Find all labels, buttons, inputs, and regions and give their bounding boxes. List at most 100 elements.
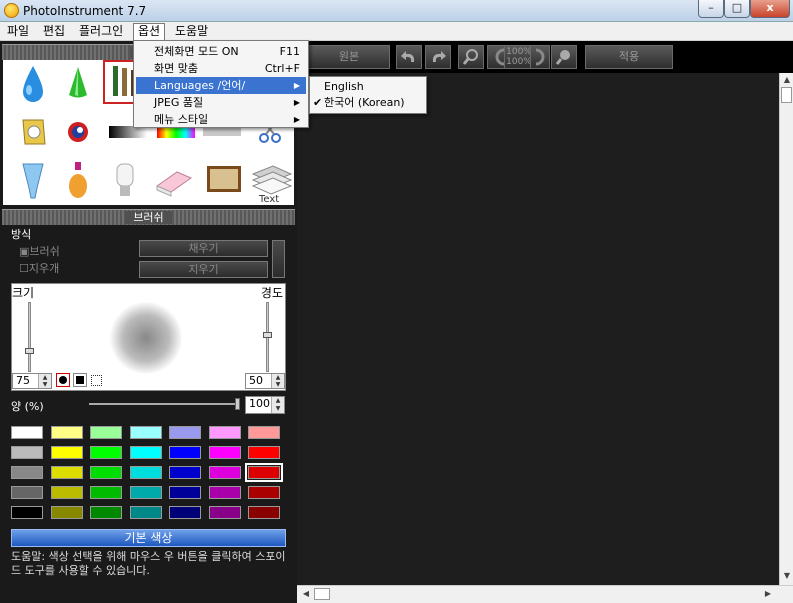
fit-screen-shortcut: Ctrl+F (264, 62, 300, 75)
horizontal-scroll-thumb[interactable] (314, 588, 330, 600)
color-swatch[interactable] (90, 446, 122, 459)
color-swatch[interactable] (90, 486, 122, 499)
scroll-up-arrow[interactable]: ▲ (780, 73, 793, 87)
text-stack-icon[interactable]: Text (249, 158, 294, 205)
amount-slider-track[interactable] (89, 403, 239, 405)
close-button[interactable]: x (750, 0, 790, 18)
size-slider-thumb[interactable] (25, 348, 34, 354)
color-swatch[interactable] (169, 486, 201, 499)
color-swatch[interactable] (90, 466, 122, 479)
square-brush-icon[interactable] (73, 373, 87, 387)
eraser-option[interactable]: ☐지우개 (19, 260, 59, 276)
minimize-button[interactable]: – (698, 0, 724, 18)
lamp-icon[interactable] (103, 158, 148, 203)
color-swatch[interactable] (129, 446, 162, 459)
color-swatch[interactable] (208, 446, 241, 459)
hardness-spin-arrows[interactable]: ▲ ▼ (271, 374, 284, 388)
basic-colors-button[interactable]: 기본 색상 (11, 529, 286, 547)
color-swatch[interactable] (208, 486, 241, 499)
language-english[interactable]: English (312, 79, 424, 95)
horizontal-scrollbar[interactable]: ◀ ▶ (297, 585, 793, 603)
zoom-in-button[interactable] (551, 45, 577, 69)
menu-style-menu-item[interactable]: 메뉴 스타일 ▶ (136, 111, 306, 128)
color-swatch[interactable] (248, 426, 280, 439)
color-swatch[interactable] (169, 426, 201, 439)
eraser-icon[interactable] (151, 158, 196, 203)
check-icon: ✔ (313, 96, 323, 109)
image-canvas[interactable] (297, 73, 779, 585)
vertical-scroll-thumb[interactable] (781, 87, 792, 103)
menu-edit[interactable]: 편집 (39, 23, 69, 40)
fit-screen-menu-item[interactable]: 화면 맞춤 Ctrl+F (136, 60, 306, 77)
color-swatch[interactable] (50, 426, 83, 439)
round-brush-icon[interactable] (56, 373, 70, 387)
color-swatch[interactable] (11, 426, 43, 439)
hardness-input[interactable]: 50 ▲ ▼ (245, 373, 285, 389)
hardness-slider-thumb[interactable] (263, 332, 272, 338)
svg-text:Text: Text (258, 194, 279, 203)
stamp-icon[interactable] (56, 110, 101, 155)
size-spin-arrows[interactable]: ▲ ▼ (38, 374, 51, 388)
jpeg-quality-menu-item[interactable]: JPEG 품질 ▶ (136, 94, 306, 111)
color-swatch[interactable] (169, 466, 201, 479)
color-swatch[interactable] (169, 506, 201, 519)
color-swatch[interactable] (90, 426, 122, 439)
wrench-icon[interactable] (11, 110, 56, 155)
undo-button[interactable] (396, 45, 422, 69)
scroll-right-arrow[interactable]: ▶ (761, 587, 775, 601)
color-swatch[interactable] (129, 506, 162, 519)
amount-spin-arrows[interactable]: ▲ ▼ (271, 397, 284, 413)
menu-plugins[interactable]: 플러그인 (75, 23, 127, 40)
color-swatch[interactable] (248, 506, 280, 519)
color-swatch[interactable] (129, 486, 162, 499)
amount-input[interactable]: 100 ▲ ▼ (245, 396, 285, 414)
menu-help[interactable]: 도움말 (171, 23, 212, 40)
color-swatch[interactable] (248, 486, 280, 499)
color-swatch[interactable] (11, 506, 43, 519)
scroll-down-arrow[interactable]: ▼ (780, 569, 793, 583)
redo-button[interactable] (425, 45, 451, 69)
color-swatch[interactable] (50, 486, 83, 499)
bulb-icon[interactable] (11, 158, 56, 203)
language-korean[interactable]: ✔ 한국어 (Korean) (312, 95, 424, 111)
perfume-icon[interactable] (56, 158, 101, 203)
rotate-right-button[interactable] (530, 45, 550, 69)
scroll-left-arrow[interactable]: ◀ (299, 587, 313, 601)
color-swatch[interactable] (245, 463, 283, 482)
fill-button[interactable]: 채우기 (139, 240, 268, 257)
menu-file[interactable]: 파일 (3, 23, 33, 40)
color-swatch[interactable] (50, 446, 83, 459)
menu-options[interactable]: 옵션 (133, 23, 166, 40)
color-swatch[interactable] (129, 426, 162, 439)
apply-button[interactable]: 적용 (585, 45, 673, 69)
maximize-button[interactable]: □ (724, 0, 750, 18)
fullscreen-menu-item[interactable]: 전체화면 모드 ON F11 (136, 43, 306, 60)
drop-blue-icon[interactable] (11, 62, 56, 107)
color-swatch[interactable] (90, 506, 122, 519)
erase-button[interactable]: 지우기 (139, 261, 268, 278)
vertical-scrollbar[interactable]: ▲ ▼ (779, 73, 793, 585)
color-swatch[interactable] (11, 446, 43, 459)
color-swatch[interactable] (248, 446, 280, 459)
color-swatch[interactable] (11, 486, 43, 499)
color-swatch[interactable] (50, 466, 83, 479)
zoom-out-button[interactable] (458, 45, 484, 69)
original-button[interactable]: 원본 (308, 45, 390, 69)
amount-slider-thumb[interactable] (235, 398, 240, 410)
color-swatch[interactable] (129, 466, 162, 479)
color-swatch[interactable] (11, 466, 43, 479)
tv-icon[interactable] (201, 158, 246, 203)
color-swatch[interactable] (208, 506, 241, 519)
languages-menu-item[interactable]: Languages /언어/ ▶ (136, 77, 306, 94)
brush-option[interactable]: ▣브러쉬 (19, 243, 60, 259)
size-input[interactable]: 75 ▲ ▼ (12, 373, 52, 389)
brush-side-slider[interactable] (272, 240, 285, 278)
color-swatch[interactable] (208, 466, 241, 479)
color-swatch[interactable] (208, 426, 241, 439)
cone-icon[interactable] (56, 62, 101, 107)
fullscreen-label: 전체화면 모드 ON (154, 45, 239, 58)
selection-brush-icon[interactable] (91, 375, 102, 386)
size-slider-track[interactable] (28, 302, 31, 372)
color-swatch[interactable] (50, 506, 83, 519)
color-swatch[interactable] (169, 446, 201, 459)
